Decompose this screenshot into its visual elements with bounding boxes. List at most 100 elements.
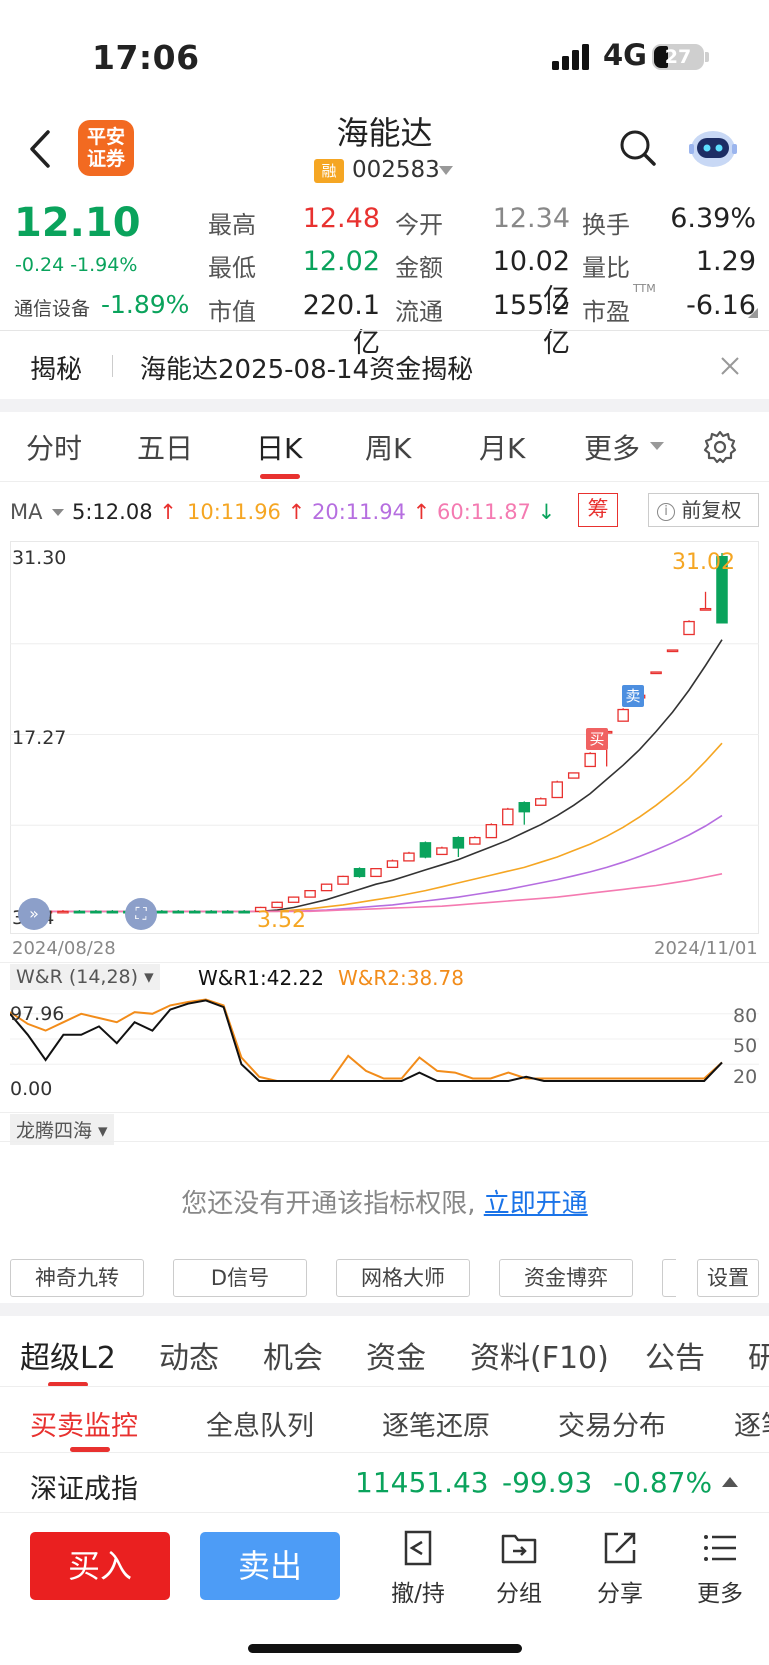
close-icon[interactable] xyxy=(720,356,740,376)
candle-body xyxy=(57,910,69,914)
indicator-nine-turn[interactable]: 神奇九转 xyxy=(10,1259,144,1297)
expand-corner-icon[interactable] xyxy=(748,308,758,318)
quote-value: 12.48 xyxy=(302,203,380,234)
candle-body xyxy=(699,607,712,611)
arrow-up-icon: ↑ xyxy=(412,500,431,524)
quote-label: 最高 xyxy=(208,211,256,239)
battery-icon: 27 xyxy=(652,44,704,70)
wr-line-wr1 xyxy=(10,999,723,1082)
sector-change[interactable]: -1.89% xyxy=(101,290,189,319)
ma-label[interactable]: MA xyxy=(10,500,42,524)
tab-five-day[interactable]: 五日 xyxy=(137,427,193,467)
gear-icon[interactable] xyxy=(702,429,738,465)
tab-tick[interactable]: 逐笔 xyxy=(734,1404,769,1443)
tab-tick-restore[interactable]: 逐笔还原 xyxy=(382,1404,490,1443)
low-price-marker: 3.52 xyxy=(257,908,306,933)
share-label: 分享 xyxy=(597,1581,643,1607)
folder-icon xyxy=(501,1534,537,1564)
candle-body xyxy=(567,772,580,779)
tab-announcement[interactable]: 公告 xyxy=(645,1333,705,1377)
tab-more[interactable]: 更多 xyxy=(584,427,640,467)
arrow-up-icon: ↑ xyxy=(159,500,177,524)
candle-body xyxy=(535,798,547,806)
cancel-hold-button[interactable]: 撤/持 xyxy=(378,1528,458,1608)
tab-daily-k[interactable]: 日K xyxy=(256,427,302,467)
candle-body xyxy=(551,781,563,799)
tab-timeshare[interactable]: 分时 xyxy=(26,427,82,467)
buy-button[interactable]: 买入 xyxy=(30,1532,170,1600)
candle-body xyxy=(90,910,102,914)
indicator-partial[interactable] xyxy=(662,1259,676,1297)
sell-button[interactable]: 卖出 xyxy=(200,1532,340,1600)
candle-body xyxy=(271,901,283,909)
tab-trade-monitor[interactable]: 买卖监控 xyxy=(30,1404,138,1443)
wr-indicator-selector[interactable]: W&R (14,28) ▾ xyxy=(10,964,160,990)
candle-body xyxy=(287,896,300,903)
reveal-bar[interactable]: 揭秘 海能达2025-08-14资金揭秘 xyxy=(0,331,769,399)
wr-chart[interactable] xyxy=(10,991,759,1101)
kline-chart[interactable] xyxy=(10,541,759,934)
quote-value: -6.16 xyxy=(686,290,756,321)
permission-notice: 您还没有开通该指标权限, 立即开通 xyxy=(0,1183,769,1220)
home-indicator xyxy=(248,1644,522,1653)
divider xyxy=(0,481,769,482)
wr-ref-80: 80 xyxy=(733,1005,758,1027)
collapse-left-icon[interactable]: » xyxy=(18,898,50,930)
candle-body xyxy=(650,671,662,675)
candle-body xyxy=(469,836,481,845)
adjust-button[interactable]: i 前复权 xyxy=(648,493,759,527)
tab-f10[interactable]: 资料(F10) xyxy=(470,1333,609,1377)
share-button[interactable]: 分享 xyxy=(580,1528,660,1608)
candle-body xyxy=(337,875,349,885)
stock-code[interactable]: 002583 xyxy=(352,157,440,183)
cellular-signal-icon xyxy=(552,44,589,70)
indicator-settings[interactable]: 设置 xyxy=(697,1259,759,1297)
tab-monthly-k[interactable]: 月K xyxy=(479,427,525,467)
indicator-fund-game[interactable]: 资金博弈 xyxy=(499,1259,633,1297)
index-ticker[interactable]: 深证成指 11451.43 -99.93 -0.87% xyxy=(0,1453,769,1513)
candle-body xyxy=(502,808,514,826)
x-label-end: 2024/11/01 xyxy=(654,938,758,959)
permission-text: 您还没有开通该指标权限, xyxy=(181,1189,476,1219)
tab-research[interactable]: 研 xyxy=(748,1333,769,1377)
candle-body xyxy=(73,910,86,914)
candle-body xyxy=(386,860,399,869)
group-button[interactable]: 分组 xyxy=(479,1528,559,1608)
quote-label: 市值 xyxy=(208,298,256,326)
indicator-grid-master[interactable]: 网格大师 xyxy=(336,1259,470,1297)
candle-body xyxy=(683,620,695,636)
chevron-up-icon[interactable] xyxy=(722,1477,738,1487)
chevron-down-icon[interactable] xyxy=(52,509,64,516)
group-label: 分组 xyxy=(496,1581,542,1607)
ma10-value: 10:11.96 ↑ xyxy=(187,500,305,524)
more-label: 更多 xyxy=(697,1581,743,1607)
candle-body xyxy=(485,824,498,839)
sector-name[interactable]: 通信设备 xyxy=(14,294,90,321)
buy-signal-badge[interactable]: 买 xyxy=(586,728,608,750)
arrow-up-icon: ↑ xyxy=(287,500,306,524)
tab-opportunity[interactable]: 机会 xyxy=(263,1333,323,1377)
fullscreen-icon[interactable]: ⛶ xyxy=(125,898,157,930)
quote-label: 换手 xyxy=(582,211,630,239)
search-icon[interactable] xyxy=(618,128,658,168)
tab-super-l2[interactable]: 超级L2 xyxy=(20,1333,116,1377)
tab-funds[interactable]: 资金 xyxy=(366,1333,426,1377)
indicator-d-signal[interactable]: D信号 xyxy=(173,1259,307,1297)
divider xyxy=(0,962,769,963)
chevron-down-icon[interactable] xyxy=(650,442,664,450)
reveal-tag: 揭秘 xyxy=(30,355,83,385)
tab-weekly-k[interactable]: 周K xyxy=(365,427,411,467)
chevron-down-icon[interactable] xyxy=(439,166,453,175)
ma10-text: 10:11.96 xyxy=(187,500,281,524)
tab-trade-distribution[interactable]: 交易分布 xyxy=(558,1404,666,1443)
y-label-top: 31.30 xyxy=(12,547,67,569)
candle-body xyxy=(666,649,679,653)
robot-assistant-icon[interactable] xyxy=(688,124,738,170)
more-button[interactable]: 更多 xyxy=(680,1528,760,1608)
tab-full-queue[interactable]: 全息队列 xyxy=(206,1404,314,1443)
open-permission-link[interactable]: 立即开通 xyxy=(484,1189,588,1219)
chip-distribution-button[interactable]: 筹 xyxy=(578,493,618,527)
sell-signal-badge[interactable]: 卖 xyxy=(622,685,644,707)
candle-body xyxy=(106,910,119,914)
tab-news[interactable]: 动态 xyxy=(159,1333,219,1377)
